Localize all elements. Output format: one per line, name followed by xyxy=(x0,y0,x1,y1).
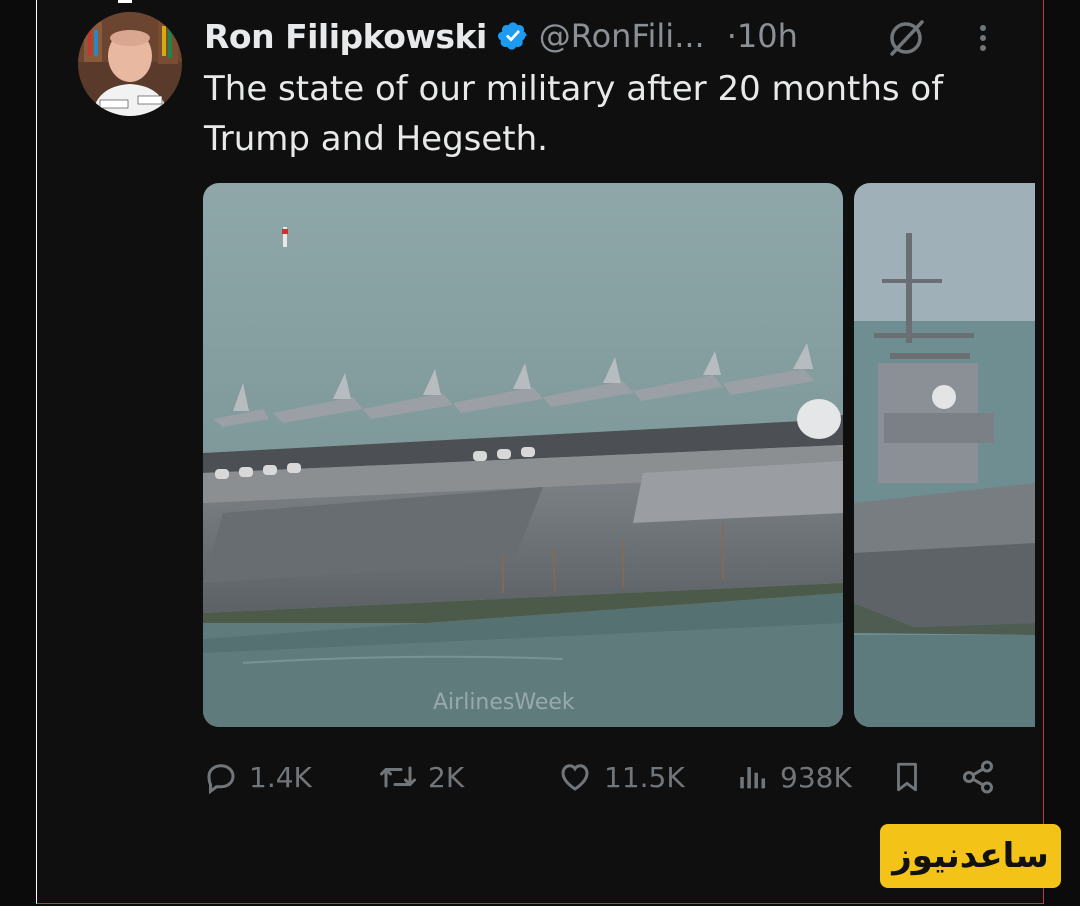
carrier-island-photo xyxy=(854,183,1035,727)
verified-badge-icon xyxy=(497,20,529,52)
site-watermark-badge: ساعدنیوز xyxy=(880,824,1061,888)
site-watermark-text: ساعدنیوز xyxy=(892,836,1049,876)
views-button[interactable]: 938K xyxy=(736,752,852,802)
reply-count: 1.4K xyxy=(249,760,312,794)
top-edge-mark xyxy=(118,0,132,3)
views-icon xyxy=(736,759,770,795)
grok-icon[interactable] xyxy=(884,16,928,60)
heart-icon xyxy=(556,759,594,795)
share-icon xyxy=(960,759,996,795)
repost-count: 2K xyxy=(428,760,465,794)
like-button[interactable]: 11.5K xyxy=(556,752,685,802)
bookmark-icon xyxy=(890,759,924,795)
reply-icon xyxy=(203,759,239,795)
author-avatar[interactable] xyxy=(78,12,182,116)
tweet-header: Ron Filipkowski @RonFili... ·10h xyxy=(204,14,798,58)
avatar-image xyxy=(78,12,182,116)
more-icon[interactable] xyxy=(972,20,994,56)
share-button[interactable] xyxy=(960,752,996,802)
repost-icon xyxy=(378,759,418,795)
tweet-text: The state of our military after 20 month… xyxy=(204,69,944,159)
media-watermark: AirlinesWeek xyxy=(433,690,575,715)
author-handle[interactable]: @RonFili... xyxy=(539,17,705,55)
repost-button[interactable]: 2K xyxy=(378,752,464,802)
reply-button[interactable]: 1.4K xyxy=(203,752,312,802)
like-count: 11.5K xyxy=(604,760,685,794)
tweet-actions-bar: 1.4K 2K 11.5K 938K xyxy=(0,752,1080,802)
carrier-photo: AirlinesWeek xyxy=(203,183,843,727)
tweet-image-1[interactable]: AirlinesWeek xyxy=(203,183,843,727)
author-name[interactable]: Ron Filipkowski xyxy=(204,17,487,56)
tweet-image-2[interactable] xyxy=(854,183,1035,727)
tweet-timestamp[interactable]: ·10h xyxy=(727,17,798,55)
bookmark-button[interactable] xyxy=(890,752,924,802)
views-count: 938K xyxy=(780,760,852,794)
